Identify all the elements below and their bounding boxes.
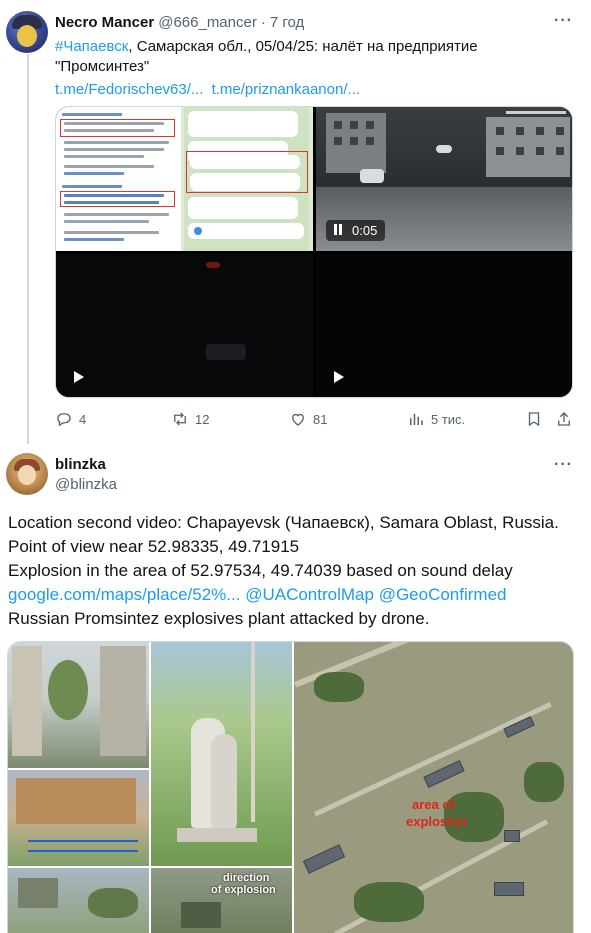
- post-text-line: Point of view near 52.98335, 49.71915: [8, 537, 300, 556]
- street-view-image[interactable]: [8, 770, 149, 866]
- post-text-line1: , Самарская обл., 05/04/25: налёт на пре…: [128, 38, 478, 55]
- like-button[interactable]: 81: [289, 410, 327, 428]
- telegram-link-2[interactable]: t.me/priznankaanon/...: [212, 81, 360, 98]
- author-handle[interactable]: @666_mancer: [158, 14, 257, 31]
- direction-label: direction: [223, 872, 270, 884]
- views-button[interactable]: 5 тис.: [407, 410, 465, 428]
- satellite-map-image[interactable]: area of explosion: [294, 642, 573, 933]
- aerial-view-image[interactable]: direction of explosion: [151, 868, 292, 933]
- play-icon[interactable]: [74, 371, 84, 383]
- post-time[interactable]: 7 год: [270, 14, 304, 31]
- share-icon: [558, 412, 570, 426]
- video-thumbnail-cctv[interactable]: 0:05: [316, 107, 572, 251]
- more-icon[interactable]: ···: [554, 12, 573, 30]
- post-header: Necro Mancer @666_mancer · 7 год: [55, 14, 304, 31]
- more-icon[interactable]: ···: [554, 456, 573, 474]
- like-icon: [292, 413, 304, 426]
- telegram-link-1[interactable]: t.me/Fedorischev63/...: [55, 81, 203, 98]
- video-duration-badge: 0:05: [326, 220, 386, 241]
- media-grid: 0:05: [55, 106, 573, 398]
- author-handle[interactable]: @blinzka: [55, 476, 117, 493]
- post-text-line2: "Промсинтез": [55, 58, 150, 75]
- repost-icon: [174, 412, 186, 426]
- aerial-view-image[interactable]: [8, 868, 149, 933]
- mention-link[interactable]: @GeoConfirmed: [379, 585, 507, 604]
- reply-button[interactable]: 4: [55, 410, 86, 428]
- views-count: 5 тис.: [431, 411, 466, 427]
- bookmark-button[interactable]: [525, 410, 543, 428]
- views-icon: [410, 413, 423, 425]
- like-count: 81: [313, 411, 328, 427]
- repost-count: 12: [195, 411, 210, 427]
- area-of-explosion-label: area of: [412, 797, 455, 812]
- telegram-chat-panel: [184, 107, 309, 251]
- post-text-line: Explosion in the area of 52.97534, 49.74…: [8, 561, 513, 580]
- direction-label-2: of explosion: [211, 884, 276, 896]
- telegram-channel-panel: [56, 107, 181, 251]
- avatar[interactable]: [6, 11, 48, 53]
- thread-connector-line: [27, 54, 29, 444]
- duration-text: 0:05: [352, 223, 378, 238]
- share-button[interactable]: [555, 410, 573, 428]
- post-text: #Чапаевск, Самарская обл., 05/04/25: нал…: [55, 37, 575, 100]
- geolocation-media-grid: direction of explosion area of explosion: [7, 641, 574, 933]
- area-of-explosion-label-2: explosion: [406, 814, 467, 829]
- play-icon[interactable]: [334, 371, 344, 383]
- author-name[interactable]: Necro Mancer: [55, 14, 154, 31]
- separator: ·: [260, 14, 266, 31]
- author-name[interactable]: blinzka: [55, 456, 106, 473]
- reply-count: 4: [79, 411, 87, 427]
- google-maps-link[interactable]: google.com/maps/place/52%...: [8, 585, 240, 604]
- bookmark-icon: [528, 412, 540, 427]
- post-text-line: Location second video: Chapayevsk (Чапае…: [8, 513, 559, 532]
- video-thumbnail-night-2[interactable]: [316, 254, 572, 397]
- street-view-image[interactable]: [8, 642, 149, 768]
- reply-icon: [57, 413, 71, 427]
- repost-button[interactable]: 12: [171, 410, 209, 428]
- street-view-monument-image[interactable]: [151, 642, 292, 866]
- post-text: Location second video: Chapayevsk (Чапае…: [8, 511, 583, 631]
- avatar[interactable]: [6, 453, 48, 495]
- telegram-screenshot-image[interactable]: [56, 107, 313, 251]
- video-thumbnail-night-1[interactable]: [56, 254, 313, 397]
- post-text-line: Russian Promsintez explosives plant atta…: [8, 609, 430, 628]
- mention-link[interactable]: @UAControlMap: [245, 585, 374, 604]
- post-actions-bar: 4 12 81 5 тис.: [55, 410, 573, 432]
- pause-icon[interactable]: [334, 223, 344, 238]
- hashtag-link[interactable]: #Чапаевск: [55, 38, 128, 55]
